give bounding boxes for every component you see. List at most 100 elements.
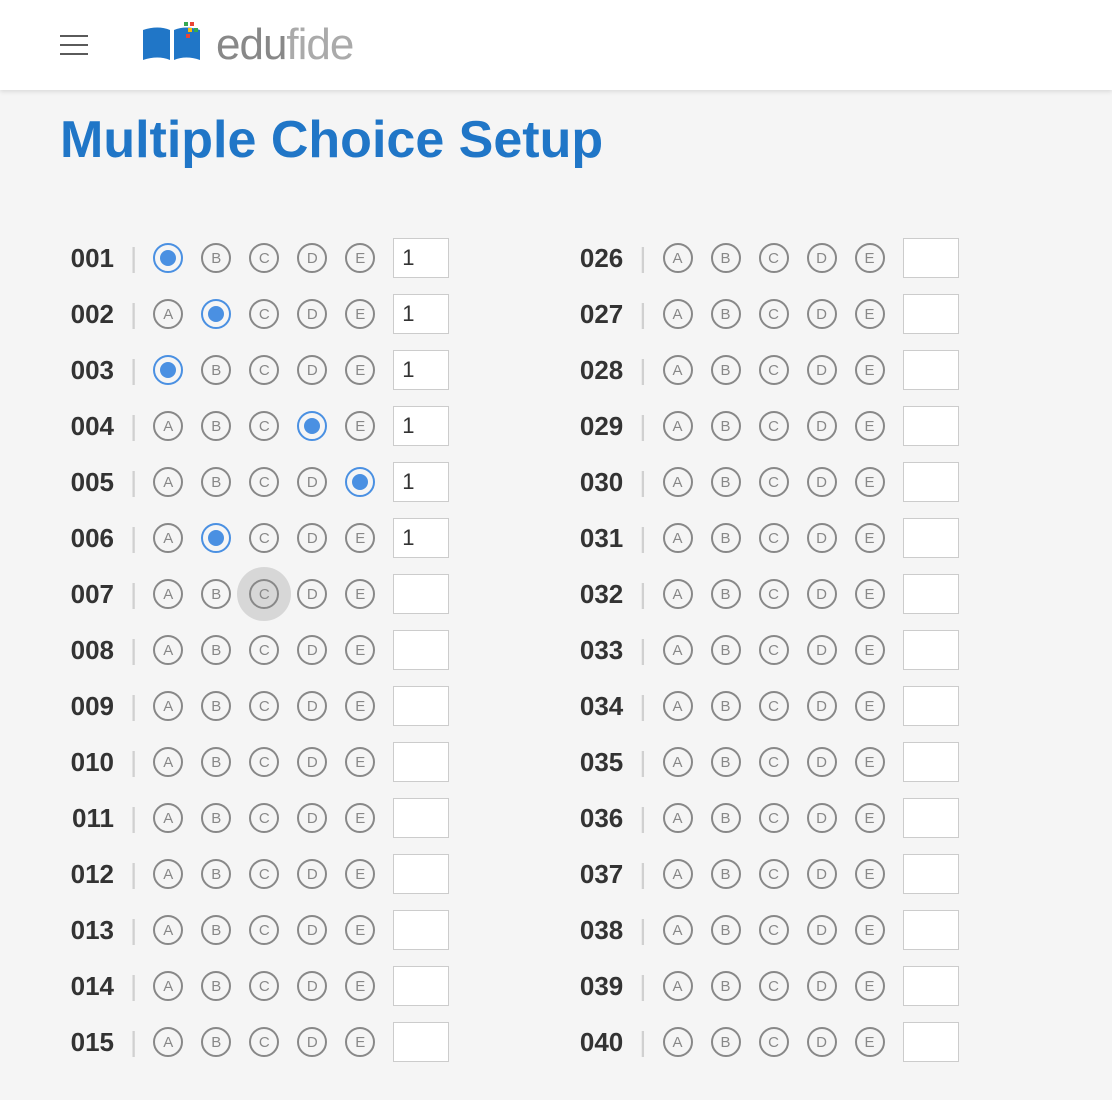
answer-bubble-a[interactable]: A: [153, 691, 183, 721]
answer-bubble-d[interactable]: D: [807, 971, 837, 1001]
answer-bubble-c[interactable]: C: [759, 467, 789, 497]
answer-bubble-b[interactable]: B: [711, 803, 741, 833]
points-input[interactable]: [393, 630, 449, 670]
answer-bubble-b[interactable]: B: [201, 355, 231, 385]
answer-bubble-b[interactable]: B: [201, 1027, 231, 1057]
answer-bubble-b[interactable]: B: [201, 579, 231, 609]
answer-bubble-e[interactable]: E: [855, 971, 885, 1001]
answer-bubble-c[interactable]: C: [249, 803, 279, 833]
answer-bubble-c[interactable]: C: [249, 243, 279, 273]
answer-bubble-e[interactable]: E: [345, 299, 375, 329]
points-input[interactable]: [903, 462, 959, 502]
answer-bubble-c[interactable]: C: [249, 1027, 279, 1057]
answer-bubble-d[interactable]: D: [297, 523, 327, 553]
answer-bubble-a[interactable]: A: [663, 467, 693, 497]
answer-bubble-e[interactable]: E: [855, 467, 885, 497]
points-input[interactable]: [393, 350, 449, 390]
answer-bubble-a[interactable]: A: [153, 803, 183, 833]
answer-bubble-c[interactable]: C: [249, 355, 279, 385]
answer-bubble-e[interactable]: E: [345, 859, 375, 889]
answer-bubble-e[interactable]: E: [345, 803, 375, 833]
answer-bubble-d[interactable]: D: [297, 355, 327, 385]
answer-bubble-e[interactable]: E: [345, 467, 375, 497]
answer-bubble-e[interactable]: E: [855, 747, 885, 777]
points-input[interactable]: [903, 742, 959, 782]
answer-bubble-b[interactable]: B: [201, 635, 231, 665]
answer-bubble-a[interactable]: A: [153, 243, 183, 273]
points-input[interactable]: [903, 630, 959, 670]
answer-bubble-b[interactable]: B: [711, 859, 741, 889]
answer-bubble-a[interactable]: A: [153, 299, 183, 329]
answer-bubble-c[interactable]: C: [759, 803, 789, 833]
answer-bubble-b[interactable]: B: [711, 299, 741, 329]
answer-bubble-c[interactable]: C: [249, 579, 279, 609]
answer-bubble-c[interactable]: C: [759, 1027, 789, 1057]
answer-bubble-e[interactable]: E: [345, 243, 375, 273]
logo[interactable]: edufide: [138, 20, 353, 70]
answer-bubble-d[interactable]: D: [297, 1027, 327, 1057]
answer-bubble-b[interactable]: B: [201, 467, 231, 497]
answer-bubble-b[interactable]: B: [711, 691, 741, 721]
answer-bubble-b[interactable]: B: [201, 803, 231, 833]
answer-bubble-c[interactable]: C: [759, 691, 789, 721]
answer-bubble-a[interactable]: A: [663, 355, 693, 385]
answer-bubble-c[interactable]: C: [759, 859, 789, 889]
points-input[interactable]: [393, 966, 449, 1006]
answer-bubble-a[interactable]: A: [663, 299, 693, 329]
points-input[interactable]: [903, 238, 959, 278]
answer-bubble-b[interactable]: B: [201, 859, 231, 889]
answer-bubble-e[interactable]: E: [345, 971, 375, 1001]
answer-bubble-c[interactable]: C: [759, 411, 789, 441]
answer-bubble-a[interactable]: A: [153, 635, 183, 665]
answer-bubble-e[interactable]: E: [345, 1027, 375, 1057]
answer-bubble-c[interactable]: C: [759, 579, 789, 609]
answer-bubble-d[interactable]: D: [297, 243, 327, 273]
points-input[interactable]: [393, 742, 449, 782]
answer-bubble-d[interactable]: D: [297, 579, 327, 609]
answer-bubble-c[interactable]: C: [759, 299, 789, 329]
answer-bubble-d[interactable]: D: [807, 467, 837, 497]
answer-bubble-e[interactable]: E: [345, 523, 375, 553]
answer-bubble-c[interactable]: C: [249, 691, 279, 721]
answer-bubble-d[interactable]: D: [807, 411, 837, 441]
points-input[interactable]: [903, 854, 959, 894]
points-input[interactable]: [393, 1022, 449, 1062]
answer-bubble-d[interactable]: D: [807, 579, 837, 609]
answer-bubble-c[interactable]: C: [759, 355, 789, 385]
answer-bubble-b[interactable]: B: [711, 523, 741, 553]
points-input[interactable]: [393, 238, 449, 278]
points-input[interactable]: [393, 798, 449, 838]
answer-bubble-d[interactable]: D: [297, 859, 327, 889]
answer-bubble-b[interactable]: B: [201, 915, 231, 945]
answer-bubble-a[interactable]: A: [153, 1027, 183, 1057]
points-input[interactable]: [903, 686, 959, 726]
answer-bubble-d[interactable]: D: [297, 299, 327, 329]
answer-bubble-c[interactable]: C: [249, 299, 279, 329]
answer-bubble-e[interactable]: E: [855, 355, 885, 385]
points-input[interactable]: [903, 518, 959, 558]
answer-bubble-a[interactable]: A: [663, 747, 693, 777]
points-input[interactable]: [903, 798, 959, 838]
points-input[interactable]: [393, 686, 449, 726]
answer-bubble-d[interactable]: D: [807, 747, 837, 777]
answer-bubble-a[interactable]: A: [663, 691, 693, 721]
answer-bubble-d[interactable]: D: [807, 691, 837, 721]
points-input[interactable]: [903, 910, 959, 950]
answer-bubble-d[interactable]: D: [807, 523, 837, 553]
answer-bubble-e[interactable]: E: [855, 243, 885, 273]
answer-bubble-b[interactable]: B: [711, 1027, 741, 1057]
answer-bubble-e[interactable]: E: [855, 523, 885, 553]
answer-bubble-b[interactable]: B: [711, 411, 741, 441]
answer-bubble-c[interactable]: C: [759, 747, 789, 777]
answer-bubble-e[interactable]: E: [345, 411, 375, 441]
menu-icon[interactable]: [60, 35, 88, 55]
answer-bubble-c[interactable]: C: [759, 971, 789, 1001]
answer-bubble-d[interactable]: D: [297, 411, 327, 441]
answer-bubble-e[interactable]: E: [855, 691, 885, 721]
answer-bubble-e[interactable]: E: [345, 747, 375, 777]
answer-bubble-d[interactable]: D: [807, 299, 837, 329]
answer-bubble-c[interactable]: C: [759, 915, 789, 945]
answer-bubble-a[interactable]: A: [663, 243, 693, 273]
points-input[interactable]: [903, 294, 959, 334]
answer-bubble-a[interactable]: A: [663, 859, 693, 889]
